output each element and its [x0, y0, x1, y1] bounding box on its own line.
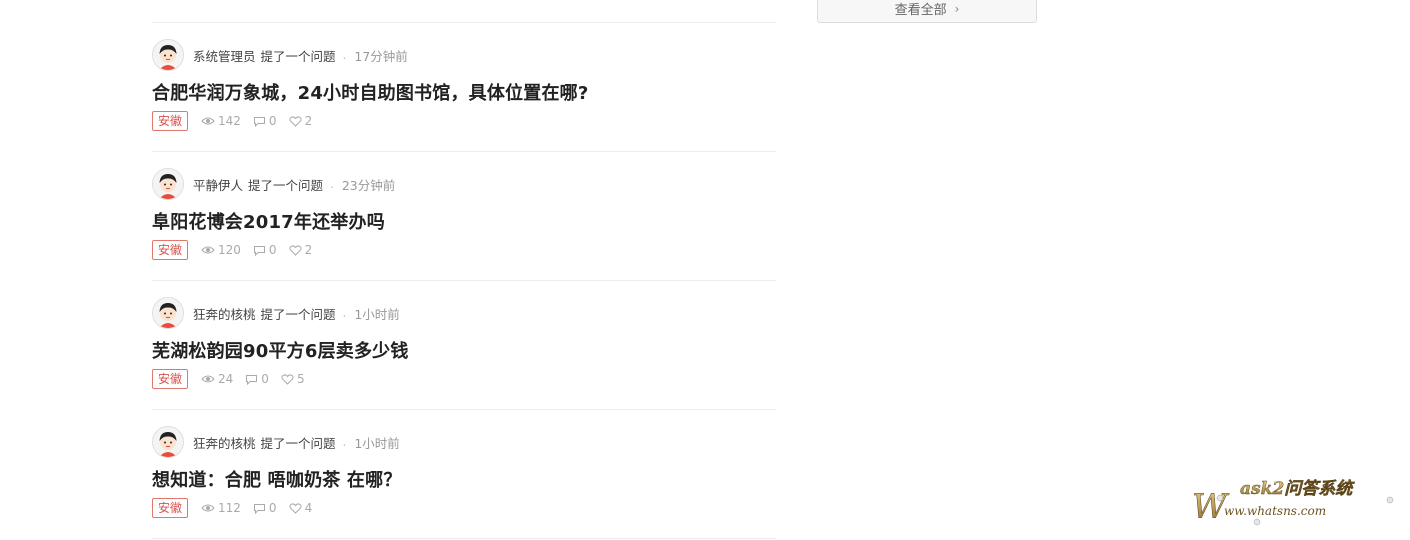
topic-tag[interactable]: 安徽 — [152, 498, 189, 518]
timestamp: 1小时前 — [354, 306, 400, 322]
heart-icon — [281, 373, 294, 385]
heart-icon — [289, 502, 302, 514]
comments-stat[interactable]: 0 — [245, 372, 269, 386]
item-meta: 安徽 120 0 2 — [152, 240, 324, 260]
item-meta: 安徽 112 0 4 — [152, 498, 324, 518]
likes-count: 2 — [304, 114, 313, 128]
avatar[interactable] — [152, 297, 184, 329]
comment-icon — [253, 503, 265, 514]
likes-stat[interactable]: 2 — [289, 114, 313, 128]
avatar-icon — [153, 298, 183, 328]
action-text: 提了一个问题 — [260, 48, 336, 64]
author-name[interactable]: 系统管理员 — [193, 46, 256, 65]
author-name[interactable]: 平静伊人 — [193, 175, 243, 194]
comments-count: 0 — [268, 243, 277, 257]
views-stat: 142 — [201, 114, 241, 128]
comments-stat[interactable]: 0 — [253, 243, 277, 257]
likes-count: 5 — [296, 372, 305, 386]
separator: . — [342, 48, 347, 62]
item-header: 系统管理员 提了一个问题 . 17分钟前 — [152, 39, 408, 71]
watermark-logo: ask2问答系统 W ww.whatsns.com — [1190, 474, 1400, 534]
comments-count: 0 — [268, 501, 277, 515]
eye-icon — [201, 117, 215, 125]
watermark-logo-icon: ask2问答系统 W ww.whatsns.com — [1192, 479, 1394, 527]
comment-icon — [246, 374, 258, 385]
avatar[interactable] — [152, 39, 184, 71]
views-count: 24 — [218, 372, 234, 386]
action-text: 提了一个问题 — [248, 177, 324, 193]
separator: . — [342, 435, 347, 449]
comments-stat[interactable]: 0 — [253, 114, 277, 128]
comment-icon — [253, 245, 265, 256]
chevron-right-icon: › — [954, 1, 960, 16]
topic-tag[interactable]: 安徽 — [152, 369, 189, 389]
comments-count: 0 — [261, 372, 269, 386]
comment-icon — [253, 116, 265, 127]
question-title[interactable]: 芜湖松韵园90平方6层卖多少钱 — [152, 337, 409, 363]
timestamp: 17分钟前 — [354, 48, 408, 64]
views-stat: 24 — [201, 372, 233, 386]
author-name[interactable]: 狂奔的核桃 — [193, 433, 256, 452]
question-item: 狂奔的核桃 提了一个问题 . 1小时前 芜湖松韵园90平方6层卖多少钱 安徽 2… — [152, 281, 776, 410]
heart-icon — [289, 115, 302, 127]
views-count: 142 — [218, 114, 241, 128]
question-item: 系统管理员 提了一个问题 . 17分钟前 合肥华润万象城，24小时自助图书馆，具… — [152, 23, 776, 152]
view-all-label: 查看全部 — [894, 3, 947, 18]
item-meta: 安徽 24 0 5 — [152, 369, 317, 389]
action-text: 提了一个问题 — [260, 435, 336, 451]
avatar[interactable] — [152, 168, 184, 200]
avatar-icon — [153, 40, 183, 70]
item-header: 平静伊人 提了一个问题 . 23分钟前 — [152, 168, 395, 200]
heart-icon — [289, 244, 302, 256]
comments-stat[interactable]: 0 — [253, 501, 277, 515]
timestamp: 23分钟前 — [341, 177, 396, 193]
item-header: 狂奔的核桃 提了一个问题 . 1小时前 — [152, 426, 400, 458]
author-name[interactable]: 狂奔的核桃 — [193, 304, 256, 323]
avatar[interactable] — [152, 426, 184, 458]
item-header: 狂奔的核桃 提了一个问题 . 1小时前 — [152, 297, 400, 329]
comments-count: 0 — [268, 114, 277, 128]
svg-text:ww.whatsns.com: ww.whatsns.com — [1224, 504, 1326, 518]
topic-tag[interactable]: 安徽 — [152, 240, 189, 260]
action-text: 提了一个问题 — [260, 306, 336, 322]
likes-count: 4 — [304, 501, 313, 515]
separator: . — [342, 306, 347, 320]
topic-tag[interactable]: 安徽 — [152, 111, 189, 131]
svg-text:ask2问答系统: ask2问答系统 — [1240, 479, 1355, 499]
likes-stat[interactable]: 4 — [289, 501, 313, 515]
question-title[interactable]: 合肥华润万象城，24小时自助图书馆，具体位置在哪? — [152, 79, 589, 105]
item-meta: 安徽 142 0 2 — [152, 111, 324, 131]
question-item: 狂奔的核桃 提了一个问题 . 1小时前 想知道：合肥 唔咖奶茶 在哪？ 安徽 1… — [152, 410, 776, 539]
eye-icon — [201, 246, 215, 254]
views-stat: 112 — [201, 501, 241, 515]
likes-stat[interactable]: 2 — [289, 243, 313, 257]
avatar-icon — [153, 169, 183, 199]
views-count: 112 — [218, 501, 241, 515]
views-count: 120 — [218, 243, 241, 257]
eye-icon — [201, 504, 215, 512]
likes-stat[interactable]: 5 — [281, 372, 305, 386]
eye-icon — [201, 375, 215, 383]
question-title[interactable]: 阜阳花博会2017年还举办吗 — [152, 208, 385, 234]
timestamp: 1小时前 — [354, 435, 400, 451]
question-title[interactable]: 想知道：合肥 唔咖奶茶 在哪？ — [152, 466, 402, 492]
avatar-icon — [153, 427, 183, 457]
view-all-button[interactable]: 查看全部 › — [817, 0, 1037, 23]
likes-count: 2 — [304, 243, 313, 257]
views-stat: 120 — [201, 243, 241, 257]
question-item: 平静伊人 提了一个问题 . 23分钟前 阜阳花博会2017年还举办吗 安徽 12… — [152, 152, 776, 281]
separator: . — [330, 177, 334, 191]
